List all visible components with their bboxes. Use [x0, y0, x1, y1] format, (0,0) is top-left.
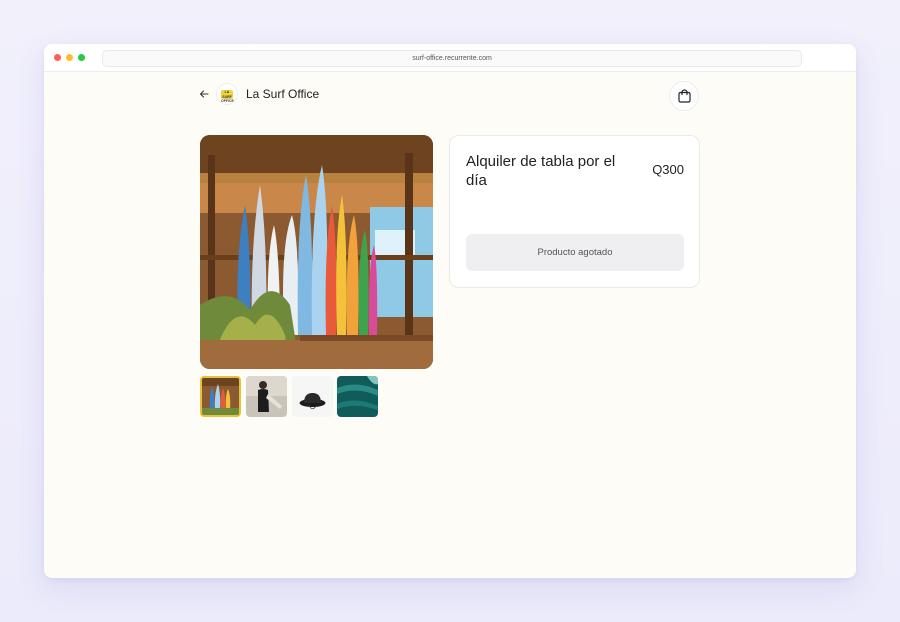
sold-out-button[interactable]: Producto agotado — [466, 234, 684, 271]
address-bar[interactable]: surf-office.recurrente.com — [102, 50, 802, 67]
ocean-thumbnail-image — [337, 376, 378, 417]
shop-logo[interactable]: LA SURF OFFICE — [216, 83, 238, 105]
cart-button[interactable] — [669, 81, 699, 111]
close-window-button[interactable] — [54, 54, 61, 61]
browser-chrome: surf-office.recurrente.com — [44, 44, 856, 72]
bucket-hat-thumbnail-image — [292, 376, 333, 417]
thumbnail-ocean[interactable] — [337, 376, 378, 417]
product-price: Q300 — [652, 162, 684, 177]
product-main-image[interactable] — [200, 135, 433, 369]
logo-lettering: LA SURF OFFICE — [221, 90, 234, 103]
arrow-left-icon — [199, 90, 209, 98]
product-info-card: Alquiler de tabla por el día Q300 Produc… — [449, 135, 700, 288]
surfer-thumbnail-image — [246, 376, 287, 417]
shopping-bag-icon — [678, 89, 691, 103]
product-title: Alquiler de tabla por el día — [466, 153, 616, 189]
shop-name[interactable]: La Surf Office — [246, 87, 319, 101]
thumbnail-surfer[interactable] — [246, 376, 287, 417]
thumbnail-surfboards[interactable] — [200, 376, 241, 417]
browser-window: surf-office.recurrente.com LA SURF OFFICE… — [44, 44, 856, 578]
surfboards-thumbnail-image — [202, 378, 239, 415]
surfboards-photo — [200, 135, 433, 369]
thumbnail-hat[interactable] — [292, 376, 333, 417]
back-button[interactable] — [199, 89, 209, 102]
maximize-window-button[interactable] — [78, 54, 85, 61]
minimize-window-button[interactable] — [66, 54, 73, 61]
